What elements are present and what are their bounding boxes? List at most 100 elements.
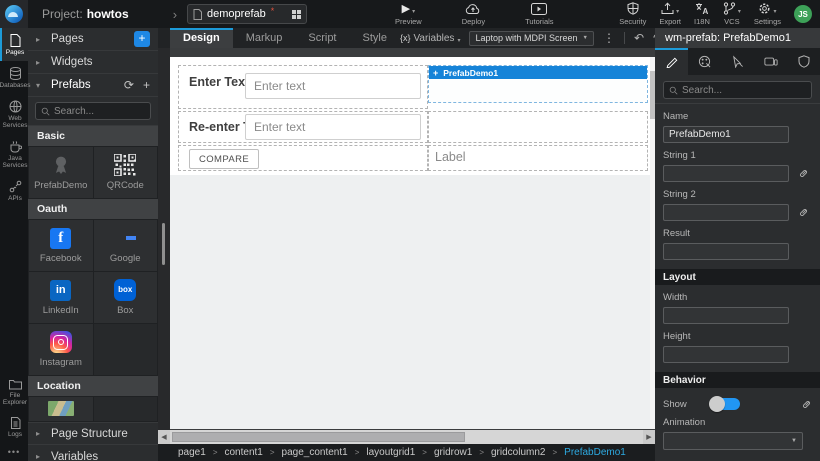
add-page-button[interactable]: +: [134, 31, 150, 47]
scroll-left-arrow-icon[interactable]: ◀: [158, 430, 170, 444]
tab-events[interactable]: [721, 48, 754, 75]
property-search-input[interactable]: [682, 85, 806, 96]
page-grid-icon[interactable]: [292, 10, 301, 19]
gridcolumn1-row3[interactable]: COMPARE: [178, 145, 428, 171]
selected-prefab-widget[interactable]: + PrefabDemo1: [428, 65, 648, 103]
tab-design[interactable]: Design: [170, 28, 233, 48]
selection-header[interactable]: + PrefabDemo1: [429, 66, 647, 79]
section-prefabs[interactable]: ▾ Prefabs ⟳ +: [28, 74, 158, 97]
animation-select[interactable]: ▼: [663, 432, 803, 450]
height-input[interactable]: [663, 346, 789, 363]
add-prefab-icon[interactable]: +: [143, 78, 150, 92]
deploy-button[interactable]: Deploy: [462, 2, 485, 26]
bind-link-icon[interactable]: [798, 168, 809, 179]
prefab-tile-facebook[interactable]: f Facebook: [29, 220, 93, 271]
string2-input[interactable]: [663, 204, 789, 221]
rail-item-web-services[interactable]: Web Services: [0, 94, 28, 134]
enter-text-input[interactable]: [245, 73, 421, 99]
user-avatar[interactable]: JS: [794, 5, 812, 23]
rail-item-file-explorer[interactable]: File Explorer: [0, 373, 28, 411]
prefab-tile-map[interactable]: [29, 397, 93, 421]
tab-script[interactable]: Script: [295, 28, 349, 48]
vcs-button[interactable]: ▾ VCS: [723, 2, 741, 26]
prefab-tile-google[interactable]: Google: [94, 220, 158, 271]
left-panel-bottom: ▸ Page Structure ▸ Variables: [28, 422, 158, 461]
rail-item-apis[interactable]: APIs: [0, 174, 28, 207]
rail-label: Databases: [0, 82, 31, 89]
section-page-structure[interactable]: ▸ Page Structure: [28, 422, 158, 445]
hscroll-track[interactable]: [170, 430, 643, 444]
box-icon: box: [114, 279, 136, 301]
bind-link-icon[interactable]: [801, 399, 812, 410]
tutorials-button[interactable]: Tutorials: [525, 2, 553, 26]
canvas-horizontal-scrollbar[interactable]: ◀ ▶: [158, 430, 655, 444]
cursor-click-icon: [731, 55, 744, 68]
tab-properties[interactable]: [655, 48, 688, 75]
i18n-button[interactable]: A I18N: [694, 2, 710, 26]
bind-link-icon[interactable]: [798, 207, 809, 218]
section-widgets[interactable]: ▸ Widgets: [28, 51, 158, 74]
scroll-right-arrow-icon[interactable]: ▶: [643, 430, 655, 444]
prefab-tile-qrcode[interactable]: QRCode: [94, 147, 158, 198]
rail-item-databases[interactable]: Databases: [0, 61, 28, 94]
label-widget[interactable]: Label: [435, 150, 466, 164]
move-handle-icon[interactable]: +: [433, 68, 438, 78]
gridcolumn2-row3[interactable]: Label: [428, 145, 648, 171]
gutter-scroll-thumb[interactable]: [162, 223, 165, 265]
prefab-tile-prefabdemo[interactable]: PrefabDemo: [29, 147, 93, 198]
breadcrumb-item-current[interactable]: PrefabDemo1: [564, 447, 626, 458]
rail-more-icon[interactable]: •••: [0, 443, 28, 461]
refresh-prefabs-icon[interactable]: ⟳: [124, 78, 134, 92]
undo-icon[interactable]: ↶: [634, 32, 644, 44]
string1-input[interactable]: [663, 165, 789, 182]
section-variables[interactable]: ▸ Variables: [28, 445, 158, 461]
rail-label: Pages: [6, 49, 24, 56]
reenter-text-input[interactable]: [245, 114, 421, 140]
gridcolumn1-row1[interactable]: Enter Text: [178, 65, 428, 109]
prefab-tile-linkedin[interactable]: in LinkedIn: [29, 272, 93, 323]
app-logo[interactable]: [0, 0, 28, 28]
breadcrumb-item[interactable]: layoutgrid1: [366, 447, 415, 458]
gridcolumn1-row2[interactable]: Re-enter Text: [178, 111, 428, 143]
prefab-search[interactable]: [35, 102, 151, 120]
tab-security[interactable]: [787, 48, 820, 75]
width-input[interactable]: [663, 307, 789, 324]
gridcolumn2-row2[interactable]: [428, 111, 648, 143]
breadcrumb-separator-icon: >: [270, 448, 275, 457]
tab-style[interactable]: Style: [350, 28, 400, 48]
show-toggle[interactable]: [711, 398, 740, 410]
export-button[interactable]: ▾ Export: [659, 2, 681, 26]
instagram-icon: [50, 331, 72, 353]
breadcrumb-item[interactable]: page_content1: [282, 447, 348, 458]
group-location: Location: [28, 376, 158, 396]
device-selector[interactable]: Laptop with MDPI Screen ▼: [469, 31, 594, 46]
settings-button[interactable]: ▾ Settings: [754, 2, 781, 26]
property-search[interactable]: [663, 81, 812, 99]
compare-button[interactable]: COMPARE: [189, 149, 259, 169]
rail-item-java-services[interactable]: Java Services: [0, 134, 28, 174]
page-selector[interactable]: demoprefab *: [187, 4, 307, 24]
artifacts-panel: ▸ Pages + ▸ Widgets ▾ Prefabs ⟳ + Basic: [28, 28, 158, 461]
breadcrumb-item[interactable]: gridcolumn2: [491, 447, 545, 458]
prefab-tile-box[interactable]: box Box: [94, 272, 158, 323]
name-input[interactable]: [663, 126, 789, 143]
oauth-tiles: f Facebook Google in LinkedIn box Box In…: [28, 219, 158, 376]
security-button[interactable]: Security: [619, 2, 646, 26]
breadcrumb-item[interactable]: page1: [178, 447, 206, 458]
rail-item-pages[interactable]: Pages: [0, 28, 28, 61]
breadcrumb-item[interactable]: content1: [224, 447, 262, 458]
preview-button[interactable]: ▶▾ Preview: [395, 2, 422, 26]
tab-device[interactable]: [754, 48, 787, 75]
result-input[interactable]: [663, 243, 789, 260]
tab-markup[interactable]: Markup: [233, 28, 296, 48]
prefab-tile-instagram[interactable]: Instagram: [29, 324, 93, 375]
canvas-page[interactable]: Enter Text + PrefabDemo1 Re-enter Text: [170, 57, 650, 429]
variables-dropdown[interactable]: {x} Variables ▾: [400, 33, 460, 44]
more-options-icon[interactable]: ⋮: [603, 32, 615, 44]
tab-styles[interactable]: [688, 48, 721, 75]
hscroll-thumb[interactable]: [172, 432, 465, 442]
rail-item-logs[interactable]: Logs: [0, 411, 28, 443]
section-pages[interactable]: ▸ Pages +: [28, 28, 158, 51]
prefab-search-input[interactable]: [54, 106, 145, 117]
breadcrumb-item[interactable]: gridrow1: [434, 447, 472, 458]
